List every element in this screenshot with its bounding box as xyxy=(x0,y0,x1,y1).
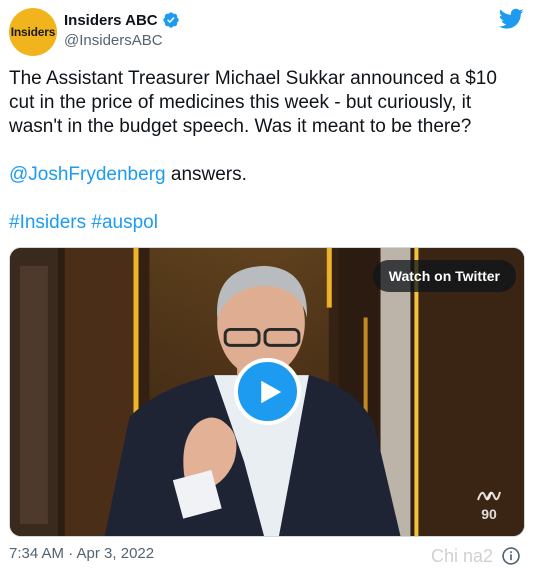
hashtag-auspol[interactable]: #auspol xyxy=(91,212,158,233)
play-button[interactable] xyxy=(234,358,301,425)
video-player[interactable]: Watch on Twitter 90 xyxy=(9,247,525,537)
display-name[interactable]: Insiders ABC xyxy=(64,12,158,29)
abc-logo-icon xyxy=(477,491,501,501)
author-name-row: Insiders ABC xyxy=(64,11,180,29)
tweet-timestamp[interactable]: 7:34 AM · Apr 3, 2022 xyxy=(9,545,154,562)
mention-suffix: answers. xyxy=(165,164,247,185)
tweet-paragraph: The Assistant Treasurer Michael Sukkar a… xyxy=(9,68,497,137)
abc-channel-logo: 90 xyxy=(474,486,504,526)
tweet-hashtags: #Insiders #auspol xyxy=(9,211,524,235)
tweet-paragraph-mention: @JoshFrydenberg answers. xyxy=(9,163,524,187)
tweet-text: The Assistant Treasurer Michael Sukkar a… xyxy=(9,67,524,259)
hashtag-insiders[interactable]: #Insiders xyxy=(9,212,86,233)
twitter-bird-icon[interactable] xyxy=(499,8,524,30)
channel-number: 90 xyxy=(481,506,497,522)
watch-on-twitter-button[interactable]: Watch on Twitter xyxy=(372,260,516,292)
avatar[interactable]: Insiders xyxy=(9,8,57,56)
tweet-card: Insiders Insiders ABC @InsidersABC The A… xyxy=(0,0,533,568)
watermark-text: Chi na2 xyxy=(430,546,493,566)
info-icon[interactable] xyxy=(501,546,521,566)
author-handle[interactable]: @InsidersABC xyxy=(64,32,163,49)
verified-badge-icon xyxy=(162,12,179,28)
avatar-text: Insiders xyxy=(10,25,56,39)
play-icon xyxy=(261,380,282,403)
mention-link[interactable]: @JoshFrydenberg xyxy=(9,164,166,185)
